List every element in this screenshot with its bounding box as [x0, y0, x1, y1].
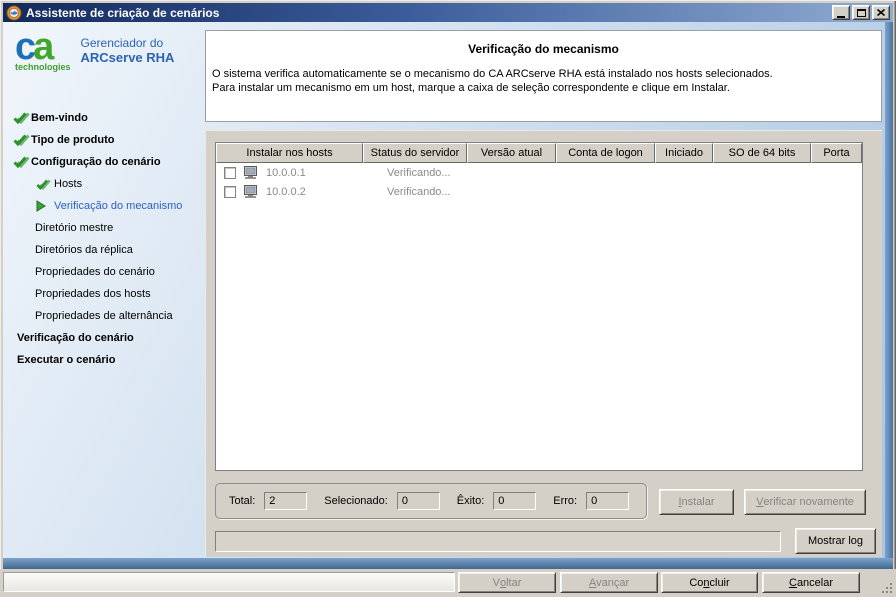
server-status: Verificando... — [387, 185, 451, 198]
content-area: ca technologies Gerenciador do ARCserve … — [3, 22, 893, 569]
sidebar-step-propriedades-de-alternancia[interactable]: Propriedades de alternância — [3, 305, 205, 327]
app-icon — [6, 5, 22, 21]
col-header-porta[interactable]: Porta — [811, 143, 862, 163]
server-status: Verificando... — [387, 166, 451, 179]
status-bar — [3, 572, 455, 592]
sidebar-step-tipo-de-produto[interactable]: Tipo de produto — [3, 129, 205, 151]
wizard-window: Assistente de criação de cenários ca tec… — [0, 0, 896, 597]
ca-logo: ca technologies — [15, 28, 71, 72]
sidebar-step-diretorios-da-replica[interactable]: Diretórios da réplica — [3, 239, 205, 261]
window-edge-right — [885, 22, 893, 569]
product-name-line2: ARCserve RHA — [80, 50, 175, 65]
col-header-instalar-nos-hosts[interactable]: Instalar nos hosts — [216, 143, 363, 163]
error-value: 0 — [586, 492, 630, 510]
host-checkbox[interactable] — [224, 185, 236, 198]
sidebar-step-verificacao-do-mecanismo[interactable]: Verificação do mecanismo — [3, 195, 205, 217]
table-header-row: Instalar nos hosts Status do servidor Ve… — [216, 143, 862, 163]
finish-button[interactable]: Co n cluir — [661, 572, 758, 593]
step-title: Verificação do mecanismo — [468, 42, 619, 56]
sidebar-step-configuracao-do-cenario[interactable]: Configuração do cenário — [3, 151, 205, 173]
host-address: 10.0.0.1 — [266, 166, 306, 179]
sidebar-step-propriedades-dos-hosts[interactable]: Propriedades dos hosts — [3, 283, 205, 305]
host-checkbox[interactable] — [224, 166, 236, 179]
selected-value: 0 — [396, 492, 440, 510]
verify-again-button[interactable]: Verificar novamente — [744, 489, 866, 515]
check-icon — [13, 134, 31, 146]
maximize-icon — [856, 8, 866, 17]
product-name-line1: Gerenciador do — [80, 36, 164, 50]
check-icon — [13, 156, 31, 168]
brand-area: ca technologies Gerenciador do ARCserve … — [15, 28, 175, 72]
col-header-so-de-64-bits[interactable]: SO de 64 bits — [713, 143, 811, 163]
stats-groupbox: Total: 2 Selecionado: 0 Êxito: 0 Erro: 0 — [215, 483, 647, 519]
sidebar: ca technologies Gerenciador do ARCserve … — [3, 22, 205, 569]
table-row[interactable]: 10.0.0.1 Verificando... — [216, 163, 862, 182]
col-header-versao-atual[interactable]: Versão atual — [467, 143, 556, 163]
minimize-button[interactable] — [832, 5, 850, 20]
step-description-line1: O sistema verifica automaticamente se o … — [212, 68, 773, 80]
titlebar[interactable]: Assistente de criação de cenários — [3, 3, 893, 22]
col-header-conta-de-logon[interactable]: Conta de logon — [556, 143, 655, 163]
window-title: Assistente de criação de cenários — [26, 5, 220, 20]
wizard-steps: Bem-vindo Tipo de produto Configuração d… — [3, 107, 205, 371]
computer-icon — [243, 166, 259, 179]
close-icon — [877, 9, 885, 16]
sidebar-step-bem-vindo[interactable]: Bem-vindo — [3, 107, 205, 129]
hosts-table: Instalar nos hosts Status do servidor Ve… — [215, 142, 863, 471]
table-row[interactable]: 10.0.0.2 Verificando... — [216, 182, 862, 201]
success-value: 0 — [493, 492, 537, 510]
total-value: 2 — [264, 492, 308, 510]
resize-grip[interactable] — [878, 579, 892, 593]
cancel-button[interactable]: Cancelar — [762, 572, 860, 593]
computer-icon — [243, 185, 259, 198]
back-button[interactable]: Vo ltar — [458, 572, 556, 593]
step-header-box: Verificação do mecanismo O sistema verif… — [205, 30, 882, 122]
success-label: Êxito: — [456, 495, 485, 507]
install-button[interactable]: Instalar — [659, 489, 734, 515]
sidebar-step-diretorio-mestre[interactable]: Diretório mestre — [3, 217, 205, 239]
footer-bar: Vo ltar Avançar Co n cluir Cancelar — [0, 569, 896, 597]
sidebar-step-hosts[interactable]: Hosts — [3, 173, 205, 195]
main-panel: Instalar nos hosts Status do servidor Ve… — [205, 130, 882, 557]
check-icon — [13, 112, 31, 124]
ca-logo-sub: technologies — [15, 62, 71, 72]
maximize-button[interactable] — [852, 5, 870, 20]
progress-bar — [215, 531, 781, 552]
close-button[interactable] — [872, 5, 890, 20]
host-address: 10.0.0.2 — [266, 185, 306, 198]
col-header-iniciado[interactable]: Iniciado — [655, 143, 713, 163]
error-label: Erro: — [553, 495, 578, 507]
minimize-icon — [837, 15, 845, 18]
step-description-line2: Para instalar um mecanismo em um host, m… — [212, 82, 730, 94]
check-icon — [36, 179, 54, 190]
sidebar-step-propriedades-do-cenario[interactable]: Propriedades do cenário — [3, 261, 205, 283]
show-log-button[interactable]: Mostrar log — [795, 528, 876, 554]
col-header-status-do-servidor[interactable]: Status do servidor — [363, 143, 467, 163]
next-button[interactable]: Avançar — [560, 572, 658, 593]
sidebar-step-verificacao-do-cenario[interactable]: Verificação do cenário — [3, 327, 205, 349]
current-step-arrow-icon — [36, 200, 54, 212]
sidebar-step-executar-o-cenario[interactable]: Executar o cenário — [3, 349, 205, 371]
total-label: Total: — [229, 495, 256, 507]
selected-label: Selecionado: — [324, 495, 388, 507]
